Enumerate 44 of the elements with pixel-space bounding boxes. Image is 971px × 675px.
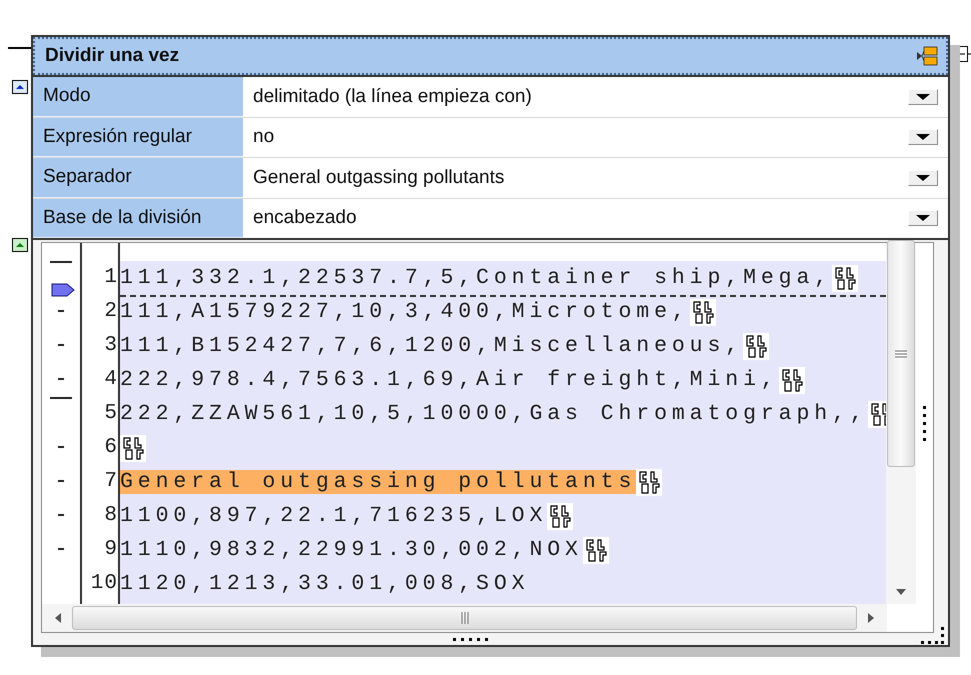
- line-number: 9: [103, 537, 118, 563]
- line-number: 3: [103, 333, 118, 359]
- property-value: no: [253, 126, 274, 148]
- scroll-thumb[interactable]: [887, 240, 915, 467]
- line-number: 2: [103, 299, 118, 325]
- line-number: 10: [90, 571, 118, 597]
- property-label: Separador: [33, 158, 243, 198]
- highlighted-line-text: General outgassing pollutants: [120, 470, 636, 494]
- line-number: 1: [103, 265, 118, 291]
- property-value: General outgassing pollutants: [253, 166, 504, 189]
- resize-corner-icon[interactable]: [921, 627, 944, 644]
- line-number: 4: [103, 367, 118, 393]
- dropdown-arrow-icon[interactable]: [908, 88, 938, 105]
- line-number: 6: [103, 435, 118, 461]
- split-node-icon: [916, 46, 938, 66]
- grip-icon: [460, 612, 468, 624]
- property-dropdown[interactable]: General outgassing pollutants: [243, 158, 948, 198]
- property-value: delimitado (la línea empieza con): [253, 86, 532, 108]
- line-number: 7: [103, 469, 118, 495]
- collapse-toggle-icon[interactable]: [12, 238, 28, 252]
- dropdown-arrow-icon[interactable]: [908, 129, 938, 146]
- node-title: Dividir una vez: [45, 45, 180, 67]
- line-number: 5: [103, 401, 118, 427]
- scroll-down-icon[interactable]: [895, 588, 907, 596]
- property-label: Base de la división: [33, 198, 243, 238]
- resize-grip-icon[interactable]: [453, 636, 488, 642]
- resize-grip-icon[interactable]: [922, 406, 927, 442]
- vertical-scrollbar[interactable]: [886, 243, 916, 604]
- collapse-toggle-icon[interactable]: [12, 80, 28, 94]
- property-dropdown[interactable]: delimitado (la línea empieza con): [243, 77, 948, 116]
- grip-icon: [895, 350, 907, 358]
- dropdown-arrow-icon[interactable]: [908, 170, 938, 186]
- scroll-left-icon[interactable]: [54, 612, 62, 624]
- scroll-thumb[interactable]: [72, 606, 857, 630]
- split-marker-icon[interactable]: [51, 283, 75, 297]
- property-dropdown[interactable]: no: [243, 118, 948, 157]
- property-value: encabezado: [253, 207, 357, 230]
- property-label: Modo: [33, 77, 243, 116]
- line-number: 8: [103, 503, 118, 529]
- dropdown-arrow-icon[interactable]: [908, 210, 938, 226]
- horizontal-scrollbar[interactable]: [42, 604, 887, 632]
- scroll-right-icon[interactable]: [867, 612, 875, 624]
- property-dropdown[interactable]: encabezado: [243, 198, 948, 238]
- property-label: Expresión regular: [33, 118, 243, 157]
